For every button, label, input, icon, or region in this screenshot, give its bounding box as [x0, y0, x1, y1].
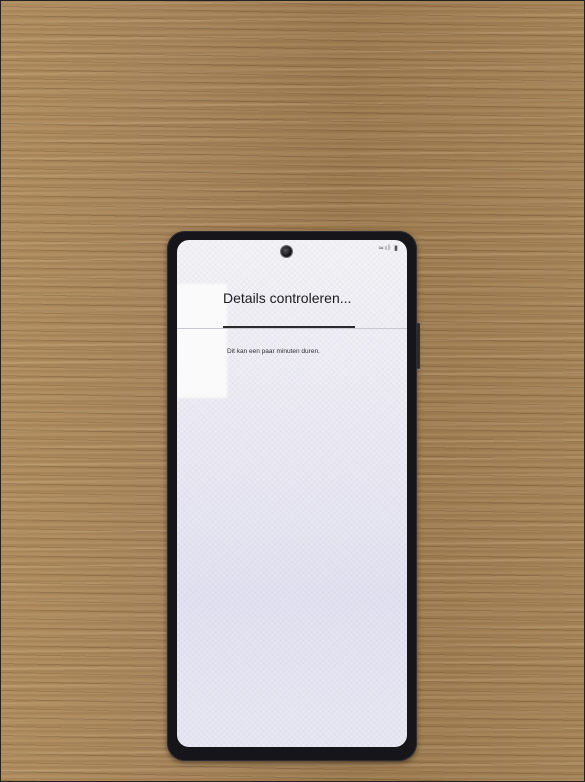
- wooden-table-photo: ≈ıl ▮ Details controleren... Dit kan een…: [0, 0, 585, 782]
- status-bar-icons: ≈ıl ▮: [378, 244, 399, 252]
- loading-message: Dit kan een paar minuten duren.: [227, 348, 320, 355]
- phone-screen: ≈ıl ▮ Details controleren... Dit kan een…: [177, 240, 407, 747]
- header-divider: [177, 328, 407, 329]
- light-glare: [177, 284, 227, 398]
- side-button: [417, 323, 420, 369]
- smartphone: ≈ıl ▮ Details controleren... Dit kan een…: [167, 231, 420, 761]
- page-title: Details controleren...: [223, 290, 352, 306]
- progress-bar: [223, 326, 355, 328]
- front-camera-icon: [281, 246, 292, 257]
